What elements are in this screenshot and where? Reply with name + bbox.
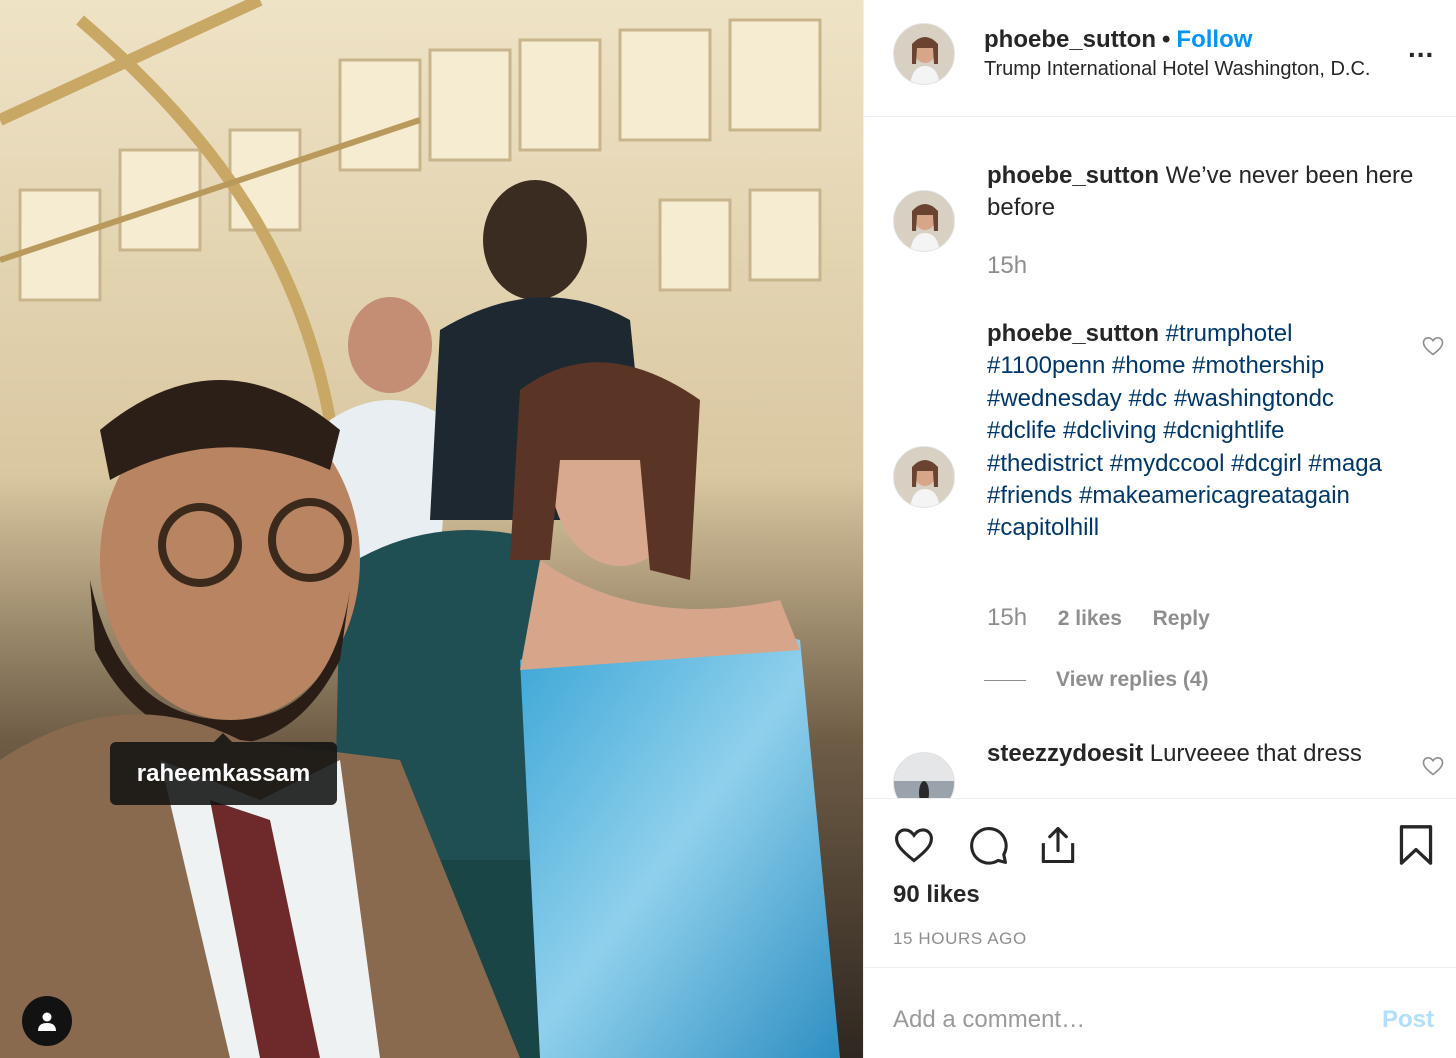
heart-icon[interactable] (892, 823, 936, 867)
more-options-icon[interactable]: ... (1408, 34, 1434, 62)
caption-comment: phoebe_sutton We’ve never been here befo… (987, 160, 1447, 225)
comment-time[interactable]: 15h (987, 252, 1027, 279)
person-icon (38, 1012, 56, 1031)
hashtag-link[interactable]: #dcnightlife (1163, 417, 1284, 444)
avatar-image (894, 447, 954, 507)
share-icon[interactable] (1036, 823, 1080, 867)
replies-divider (984, 679, 1026, 681)
comment-username[interactable]: steezzydoesit (987, 740, 1143, 767)
hashtag-link[interactable]: #friends (987, 482, 1072, 509)
comment-username[interactable]: phoebe_sutton (987, 162, 1159, 189)
commenter-avatar[interactable] (893, 752, 955, 798)
post-header: phoebe_sutton • Follow Trump International… (864, 0, 1456, 117)
separator-dot: • (1162, 26, 1171, 53)
author-username[interactable]: phoebe_sutton (984, 26, 1156, 53)
view-replies-button[interactable]: View replies (4) (984, 668, 1209, 692)
hashtag-comment-meta: 15h 2 likes Reply (987, 604, 1234, 632)
hashtag-link[interactable]: #dcgirl (1231, 450, 1302, 477)
user-tag-bubble[interactable]: raheemkassam (110, 733, 337, 805)
add-comment-bar: Add a comment… Post (864, 967, 1456, 1058)
hashtag-link[interactable]: #trumphotel (1166, 320, 1293, 347)
hashtag-comment: phoebe_sutton #trumphotel #1100penn #hom… (987, 318, 1407, 545)
hashtag-link[interactable]: #capitolhill (987, 514, 1099, 541)
hashtag-list: #trumphotel #1100penn #home #mothership … (987, 320, 1382, 541)
likes-count[interactable]: 90 likes (893, 881, 980, 909)
avatar-image (894, 753, 954, 798)
comment-username[interactable]: phoebe_sutton (987, 320, 1159, 347)
author-avatar[interactable] (893, 23, 955, 85)
comment-avatar[interactable] (893, 446, 955, 508)
comment-text: Lurveeee that dress (1149, 740, 1362, 767)
comment-time[interactable]: 15h (987, 604, 1027, 631)
comment-like-heart-icon[interactable] (1421, 334, 1445, 358)
post-photo[interactable]: raheemkassam (0, 0, 863, 1058)
caption-meta: 15h (987, 252, 1051, 280)
hashtag-link[interactable]: #1100penn (987, 352, 1105, 379)
hotel-atrium-scene (0, 0, 863, 1058)
reply-button[interactable]: Reply (1153, 607, 1210, 630)
caption-avatar[interactable] (893, 190, 955, 252)
hashtag-link[interactable]: #mydccool (1110, 450, 1225, 477)
comments-list: phoebe_sutton We’ve never been here befo… (864, 118, 1456, 798)
hashtag-link[interactable]: #dcliving (1063, 417, 1156, 444)
hashtag-link[interactable]: #home (1112, 352, 1185, 379)
bookmark-icon[interactable] (1396, 823, 1436, 867)
avatar-image (894, 191, 954, 251)
avatar-image (894, 24, 954, 84)
hashtag-link[interactable]: #maga (1309, 450, 1382, 477)
post-button[interactable]: Post (1382, 1006, 1434, 1034)
user-tag-label[interactable]: raheemkassam (137, 760, 310, 788)
view-replies-label[interactable]: View replies (4) (1056, 668, 1209, 692)
hashtag-link[interactable]: #dc (1128, 385, 1167, 412)
hashtag-link[interactable]: #washingtondc (1174, 385, 1334, 412)
comment-icon[interactable] (966, 823, 1010, 867)
steezzy-comment: steezzydoesit Lurveeee that dress (987, 738, 1427, 770)
hashtag-link[interactable]: #dclife (987, 417, 1056, 444)
comment-likes[interactable]: 2 likes (1058, 607, 1122, 630)
hashtag-link[interactable]: #makeamericagreatagain (1079, 482, 1350, 509)
post-side-panel: phoebe_sutton • Follow Trump International… (863, 0, 1456, 1058)
post-timestamp[interactable]: 15 HOURS AGO (893, 929, 1027, 949)
header-user-line: phoebe_sutton • Follow (984, 26, 1252, 54)
hashtag-link[interactable]: #mothership (1192, 352, 1324, 379)
tagged-users-button[interactable] (22, 996, 72, 1046)
add-comment-input[interactable]: Add a comment… (893, 1006, 1085, 1034)
location-link[interactable]: Trump International Hotel Washington, D.… (984, 58, 1370, 81)
hashtag-link[interactable]: #thedistrict (987, 450, 1103, 477)
follow-button[interactable]: Follow (1176, 26, 1252, 53)
hashtag-link[interactable]: #wednesday (987, 385, 1122, 412)
comment-like-heart-icon[interactable] (1421, 754, 1445, 778)
post-actions: 90 likes 15 HOURS AGO (864, 798, 1456, 968)
